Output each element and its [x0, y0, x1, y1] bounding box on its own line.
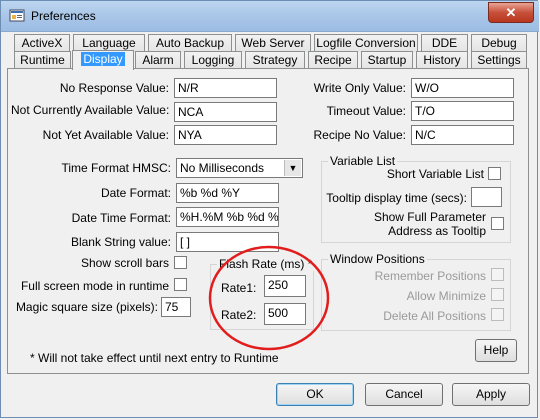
tab-alarm[interactable]: Alarm — [135, 51, 181, 69]
full-screen-label: Full screen mode in runtime — [20, 279, 169, 293]
delete-all-positions-label: Delete All Positions — [383, 309, 486, 323]
magic-square-label: Magic square size (pixels): — [15, 300, 158, 314]
short-variable-checkbox[interactable] — [488, 167, 501, 180]
show-scroll-checkbox[interactable] — [174, 256, 187, 269]
tab-strategy[interactable]: Strategy — [245, 51, 305, 69]
magic-square-input[interactable]: 75 — [161, 297, 191, 317]
write-only-input[interactable]: W/O — [411, 78, 514, 98]
tab-settings[interactable]: Settings — [471, 51, 527, 69]
preferences-window: Preferences ✕ ActiveX Language Auto Back… — [0, 0, 539, 418]
full-param-label-2: Address as Tooltip — [388, 224, 486, 238]
variable-list-title: Variable List — [328, 154, 398, 168]
tab-auto-backup[interactable]: Auto Backup — [148, 34, 232, 52]
time-format-label: Time Format HMSC: — [61, 161, 171, 175]
recipe-no-input[interactable]: N/C — [411, 125, 514, 145]
tooltip-time-label: Tooltip display time (secs): — [326, 191, 467, 205]
tab-activex[interactable]: ActiveX — [14, 34, 70, 52]
date-format-label: Date Format: — [100, 186, 171, 200]
time-format-select[interactable]: No Milliseconds ▼ — [176, 158, 303, 178]
app-icon — [9, 9, 25, 22]
blank-string-label: Blank String value: — [70, 235, 171, 249]
not-yet-input[interactable]: NYA — [174, 125, 277, 145]
title-bar: Preferences ✕ — [1, 1, 539, 32]
tab-runtime[interactable]: Runtime — [14, 51, 71, 69]
show-scroll-label: Show scroll bars — [80, 256, 169, 270]
window-title: Preferences — [31, 9, 96, 23]
delete-all-positions-checkbox[interactable] — [491, 308, 504, 321]
cancel-button[interactable]: Cancel — [365, 383, 443, 406]
full-param-label-1: Show Full Parameter — [373, 210, 486, 224]
date-time-format-label: Date Time Format: — [71, 211, 171, 225]
window-positions-title: Window Positions — [328, 252, 427, 266]
full-screen-checkbox[interactable] — [174, 278, 187, 291]
close-icon: ✕ — [505, 5, 517, 20]
no-response-input[interactable]: N/R — [174, 78, 277, 98]
tab-debug[interactable]: Debug — [471, 34, 527, 52]
chevron-down-icon: ▼ — [284, 160, 301, 176]
timeout-input[interactable]: T/O — [411, 101, 514, 121]
tab-logfile-conversion[interactable]: Logfile Conversion — [314, 34, 418, 52]
not-yet-label: Not Yet Available Value: — [42, 128, 169, 142]
remember-positions-label: Remember Positions — [374, 269, 486, 283]
tab-dde[interactable]: DDE — [421, 34, 468, 52]
ok-button[interactable]: OK — [276, 383, 354, 406]
write-only-label: Write Only Value: — [313, 81, 406, 95]
highlight-circle — [208, 245, 330, 351]
tooltip-time-input[interactable] — [471, 187, 502, 207]
apply-button[interactable]: Apply — [452, 383, 530, 406]
tab-display[interactable]: Display — [72, 50, 134, 70]
date-time-format-input[interactable]: %H.%M %b %d %Y — [176, 207, 279, 227]
close-button[interactable]: ✕ — [488, 2, 534, 23]
short-variable-label: Short Variable List — [386, 167, 484, 181]
time-format-value: No Milliseconds — [180, 161, 265, 175]
full-param-checkbox[interactable] — [491, 217, 504, 230]
not-available-label: Not Currently Available Value: — [11, 103, 170, 117]
allow-minimize-checkbox[interactable] — [491, 288, 504, 301]
help-button[interactable]: Help — [475, 339, 517, 362]
recipe-no-label: Recipe No Value: — [313, 128, 407, 142]
not-available-input[interactable]: NCA — [174, 102, 277, 122]
timeout-label: Timeout Value: — [326, 104, 406, 118]
no-response-label: No Response Value: — [59, 81, 169, 95]
date-format-input[interactable]: %b %d %Y — [176, 183, 279, 203]
runtime-note: * Will not take effect until next entry … — [30, 351, 279, 365]
remember-positions-checkbox[interactable] — [491, 268, 504, 281]
tab-startup[interactable]: Startup — [361, 51, 413, 69]
tab-web-server[interactable]: Web Server — [235, 34, 311, 52]
tab-history[interactable]: History — [416, 51, 468, 69]
allow-minimize-label: Allow Minimize — [406, 289, 486, 303]
tab-logging[interactable]: Logging — [184, 51, 242, 69]
tab-recipe[interactable]: Recipe — [308, 51, 358, 69]
